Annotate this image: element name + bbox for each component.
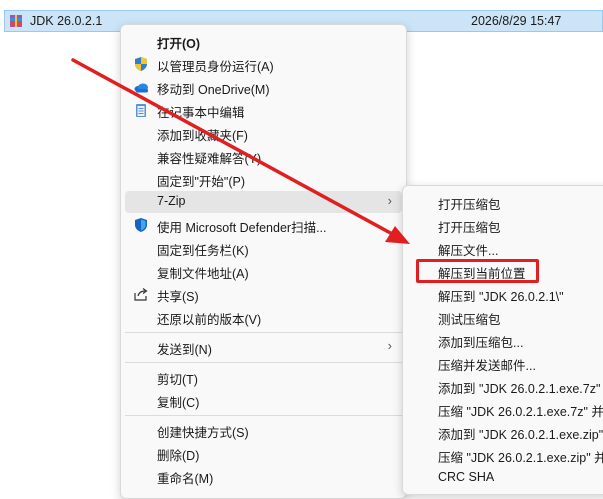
menu-separator xyxy=(125,332,402,333)
submenu-item-compress-7z-email[interactable]: 压缩 "JDK 26.0.2.1.exe.7z" 并发送邮件 xyxy=(407,398,603,420)
menu-item-label: 在记事本中编辑 xyxy=(157,106,245,120)
menu-item-copy-path[interactable]: 复制文件地址(A) xyxy=(125,260,402,282)
menu-item-label: 7-Zip xyxy=(157,194,186,208)
submenu-item-label: CRC SHA xyxy=(438,470,495,484)
submenu-item-crc-sha[interactable]: CRC SHA xyxy=(407,467,603,489)
submenu-item-test-archive[interactable]: 测试压缩包 xyxy=(407,306,603,328)
menu-item-7zip[interactable]: 7-Zip › xyxy=(125,191,402,213)
submenu-item-label: 压缩 "JDK 26.0.2.1.exe.7z" 并发送邮件 xyxy=(438,405,603,419)
file-name: JDK 26.0.2.1 xyxy=(30,14,103,28)
defender-shield-icon xyxy=(135,218,147,232)
submenu-item-label: 压缩并发送邮件... xyxy=(438,359,536,373)
sevenzip-submenu: 打开压缩包 打开压缩包 解压文件... 解压到当前位置 解压到 "JDK 26.… xyxy=(402,185,603,495)
menu-item-defender[interactable]: 使用 Microsoft Defender扫描... xyxy=(125,214,402,236)
menu-item-label: 剪切(T) xyxy=(157,373,198,387)
submenu-item-label: 压缩 "JDK 26.0.2.1.exe.zip" 并发送邮件 xyxy=(438,451,603,465)
submenu-item-open-archive[interactable]: 打开压缩包 xyxy=(407,191,603,213)
menu-item-label: 兼容性疑难解答(Y) xyxy=(157,152,262,166)
menu-item-label: 添加到收藏夹(F) xyxy=(157,129,248,143)
menu-item-edit-notepad[interactable]: 在记事本中编辑 xyxy=(125,99,402,121)
menu-item-label: 打开(O) xyxy=(157,37,201,51)
menu-item-restore-versions[interactable]: 还原以前的版本(V) xyxy=(125,306,402,328)
submenu-item-compress-email[interactable]: 压缩并发送邮件... xyxy=(407,352,603,374)
menu-item-label: 共享(S) xyxy=(157,290,199,304)
menu-item-label: 删除(D) xyxy=(157,449,200,463)
menu-item-delete[interactable]: 删除(D) xyxy=(125,442,402,464)
menu-item-compat[interactable]: 兼容性疑难解答(Y) xyxy=(125,145,402,167)
menu-item-label: 固定到任务栏(K) xyxy=(157,244,249,258)
submenu-item-label: 解压到 "JDK 26.0.2.1\" xyxy=(438,290,564,304)
menu-item-label: 重命名(M) xyxy=(157,472,214,486)
menu-item-move-onedrive[interactable]: 移动到 OneDrive(M) xyxy=(125,76,402,98)
menu-item-label: 使用 Microsoft Defender扫描... xyxy=(157,221,327,235)
submenu-item-add-to-zip[interactable]: 添加到 "JDK 26.0.2.1.exe.zip" xyxy=(407,421,603,443)
menu-item-label: 复制文件地址(A) xyxy=(157,267,249,281)
context-menu: 打开(O) 以管理员身份运行(A) 移动到 OneDrive(M) 在记事本中编… xyxy=(120,24,407,499)
submenu-item-extract-files[interactable]: 解压文件... xyxy=(407,237,603,259)
chevron-right-icon: › xyxy=(387,338,392,353)
menu-item-rename[interactable]: 重命名(M) xyxy=(125,465,402,487)
submenu-item-compress-zip-email[interactable]: 压缩 "JDK 26.0.2.1.exe.zip" 并发送邮件 xyxy=(407,444,603,466)
onedrive-cloud-icon xyxy=(134,83,148,93)
file-date: 2026/8/29 15:47 xyxy=(471,14,562,28)
submenu-item-label: 添加到 "JDK 26.0.2.1.exe.7z" xyxy=(438,382,601,396)
chevron-right-icon: › xyxy=(387,193,392,208)
menu-item-send-to[interactable]: 发送到(N) › xyxy=(125,336,402,358)
submenu-item-label: 打开压缩包 xyxy=(438,221,501,235)
notepad-icon xyxy=(136,104,146,117)
menu-item-label: 发送到(N) xyxy=(157,343,212,357)
submenu-item-add-to-7z[interactable]: 添加到 "JDK 26.0.2.1.exe.7z" xyxy=(407,375,603,397)
submenu-item-label: 测试压缩包 xyxy=(438,313,501,327)
menu-item-label: 复制(C) xyxy=(157,396,200,410)
menu-item-label: 固定到"开始"(P) xyxy=(157,175,246,189)
archive-file-icon xyxy=(10,15,22,27)
menu-item-label: 移动到 OneDrive(M) xyxy=(157,83,270,97)
menu-item-label: 创建快捷方式(S) xyxy=(157,426,249,440)
menu-separator xyxy=(125,415,402,416)
menu-item-pin-taskbar[interactable]: 固定到任务栏(K) xyxy=(125,237,402,259)
shield-icon xyxy=(135,57,147,71)
submenu-item-add-to-archive[interactable]: 添加到压缩包... xyxy=(407,329,603,351)
menu-item-copy[interactable]: 复制(C) xyxy=(125,389,402,411)
submenu-item-label: 添加到压缩包... xyxy=(438,336,524,350)
menu-item-label: 以管理员身份运行(A) xyxy=(157,60,274,74)
menu-item-cut[interactable]: 剪切(T) xyxy=(125,366,402,388)
submenu-item-label: 解压文件... xyxy=(438,244,499,258)
menu-item-share[interactable]: 共享(S) xyxy=(125,283,402,305)
menu-item-label: 还原以前的版本(V) xyxy=(157,313,262,327)
menu-item-run-as-admin[interactable]: 以管理员身份运行(A) xyxy=(125,53,402,75)
submenu-item-extract-to-folder[interactable]: 解压到 "JDK 26.0.2.1\" xyxy=(407,283,603,305)
menu-item-open[interactable]: 打开(O) xyxy=(125,30,402,52)
menu-item-create-shortcut[interactable]: 创建快捷方式(S) xyxy=(125,419,402,441)
submenu-item-label: 打开压缩包 xyxy=(438,198,501,212)
annotation-highlight-box xyxy=(416,259,539,283)
share-icon xyxy=(134,288,148,301)
menu-item-pin-start[interactable]: 固定到"开始"(P) xyxy=(125,168,402,190)
menu-item-add-favorites[interactable]: 添加到收藏夹(F) xyxy=(125,122,402,144)
menu-separator xyxy=(125,362,402,363)
submenu-item-label: 添加到 "JDK 26.0.2.1.exe.zip" xyxy=(438,428,603,442)
submenu-item-open-archive-2[interactable]: 打开压缩包 xyxy=(407,214,603,236)
